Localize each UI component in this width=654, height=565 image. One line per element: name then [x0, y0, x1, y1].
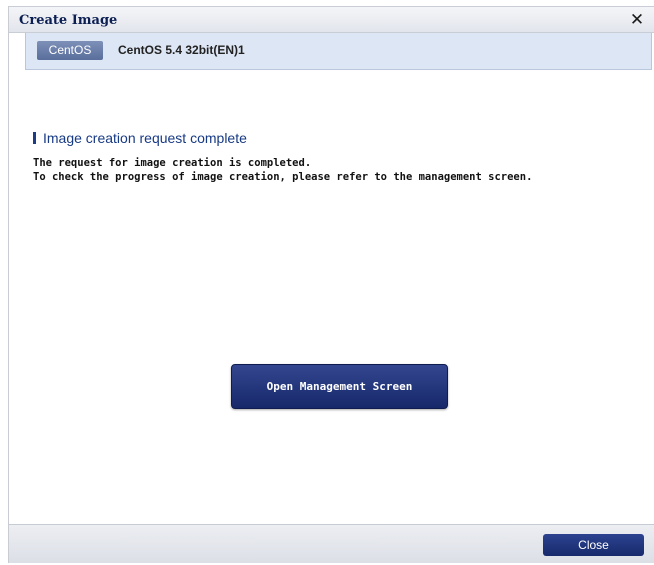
- message-line-2: To check the progress of image creation,…: [33, 171, 533, 183]
- completion-message: The request for image creation is comple…: [33, 156, 532, 184]
- section-heading: Image creation request complete: [33, 130, 247, 148]
- dialog-titlebar: Create Image ✕: [9, 6, 654, 33]
- close-button[interactable]: Close: [543, 534, 644, 556]
- heading-accent-bar: [33, 132, 36, 144]
- close-icon[interactable]: ✕: [627, 10, 647, 30]
- dialog-title: Create Image: [19, 13, 118, 28]
- create-image-dialog: Create Image ✕ CentOS CentOS 5.4 32bit(E…: [8, 6, 654, 563]
- open-management-screen-button[interactable]: Open Management Screen: [231, 364, 448, 409]
- os-badge: CentOS: [37, 41, 103, 60]
- dialog-footer: Close: [9, 524, 654, 563]
- message-line-1: The request for image creation is comple…: [33, 157, 312, 169]
- section-heading-text: Image creation request complete: [43, 130, 247, 146]
- image-name: CentOS 5.4 32bit(EN)1: [118, 43, 245, 57]
- selected-image-bar: CentOS CentOS 5.4 32bit(EN)1: [25, 33, 652, 70]
